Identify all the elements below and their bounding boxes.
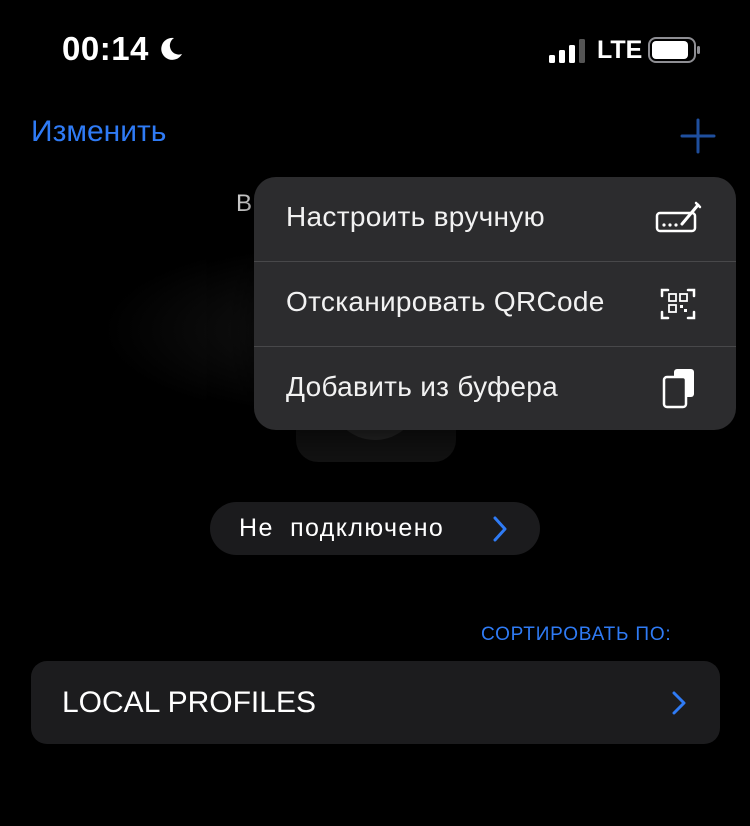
chevron-right-icon (672, 691, 686, 715)
network-type: LTE (597, 36, 643, 64)
local-profiles-row[interactable]: LOCAL PROFILES (31, 661, 720, 744)
covered-heading: В (236, 190, 253, 217)
sort-by-button[interactable]: СОРТИРОВАТЬ ПО: (481, 624, 672, 646)
menu-item-label: Отсканировать QRCode (286, 286, 605, 317)
battery-icon (648, 37, 700, 63)
signal-icon (549, 39, 585, 63)
menu-item-scan-qr[interactable]: Отсканировать QRCode (254, 262, 736, 346)
local-profiles-label: LOCAL PROFILES (62, 686, 316, 719)
clipboard-icon (662, 369, 694, 409)
menu-item-clipboard[interactable]: Добавить из буфера (254, 347, 736, 430)
chevron-right-icon (493, 516, 507, 542)
connection-status-button[interactable]: Не подключено (210, 502, 540, 555)
menu-item-label: Настроить вручную (286, 201, 545, 232)
connection-status-label: Не подключено (239, 514, 445, 542)
status-time: 00:14 (62, 30, 149, 67)
menu-item-manual[interactable]: Настроить вручную (254, 177, 736, 261)
edit-form-icon (655, 201, 702, 233)
add-profile-menu: Настроить вручную Отсканировать QRCode Д… (254, 177, 736, 430)
moon-icon (161, 37, 182, 60)
plus-icon[interactable] (680, 118, 716, 154)
qr-code-scan-icon (660, 288, 696, 320)
edit-button[interactable]: Изменить (31, 115, 166, 149)
menu-item-label: Добавить из буфера (286, 371, 559, 402)
